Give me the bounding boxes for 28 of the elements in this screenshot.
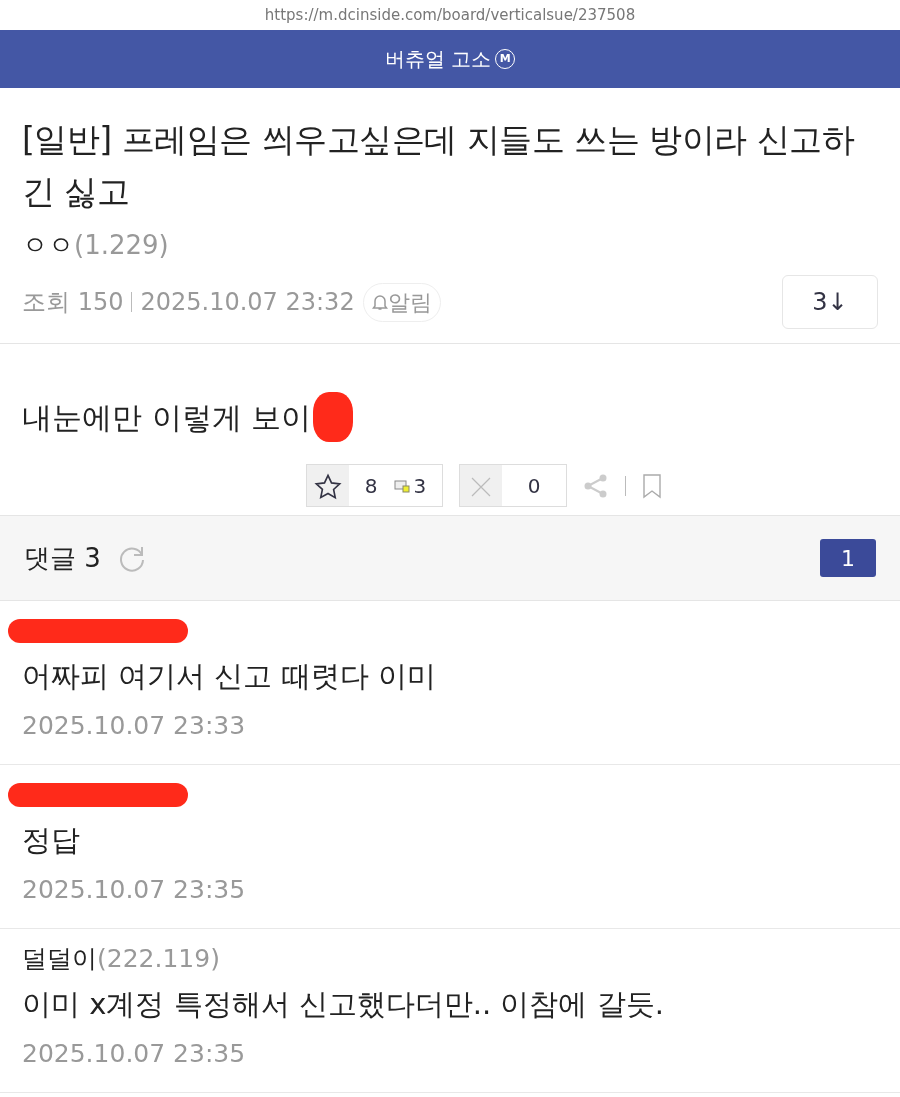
comment-jump-button[interactable]: 3↓ — [782, 275, 878, 329]
fixed-user-icon — [393, 478, 410, 493]
comment-date: 2025.10.07 23:33 — [22, 709, 247, 742]
post-title: [일반] 프레임은 씌우고싶은데 지들도 쓰는 방이라 신고하긴 싫고 — [21, 119, 856, 213]
bell-icon — [371, 293, 388, 311]
comment-text: 정답 — [22, 822, 81, 859]
comment-text: 이미 x계정 특정해서 신고했다더만.. 이참에 갈듯. — [22, 986, 665, 1023]
view-count: 조회 150 — [22, 287, 124, 318]
fixed-recommend-count: 3 — [413, 472, 427, 500]
star-icon — [313, 472, 342, 501]
recommend-button[interactable] — [306, 465, 349, 506]
comment-date: 2025.10.07 23:35 — [22, 1037, 247, 1070]
url-text: https://m.dcinside.com/board/verticalsue/237508 — [264, 4, 636, 26]
bookmark-icon[interactable] — [642, 472, 663, 499]
page-button[interactable]: 1 — [820, 539, 876, 577]
downvote-count: 0 — [527, 472, 541, 500]
post-body: 내눈에만 이렇게 보이 — [22, 398, 312, 437]
comment-date: 2025.10.07 23:35 — [22, 873, 247, 906]
author-name: ㅇㅇ — [22, 229, 74, 262]
downvote-button[interactable] — [460, 465, 503, 506]
recommend-count: 8 — [364, 472, 378, 500]
comment-count: 댓글 3 — [24, 541, 101, 575]
comment-text: 어짜피 여기서 신고 때렷다 이미 — [22, 658, 437, 695]
comment-author-ip: (222.119) — [97, 943, 220, 976]
board-title[interactable]: 버츄얼 고소 — [384, 44, 492, 74]
author-ip: (1.229) — [74, 229, 169, 262]
comment-author: 덜덜이 — [22, 943, 97, 976]
post-date: 2025.10.07 23:32 — [140, 287, 355, 318]
